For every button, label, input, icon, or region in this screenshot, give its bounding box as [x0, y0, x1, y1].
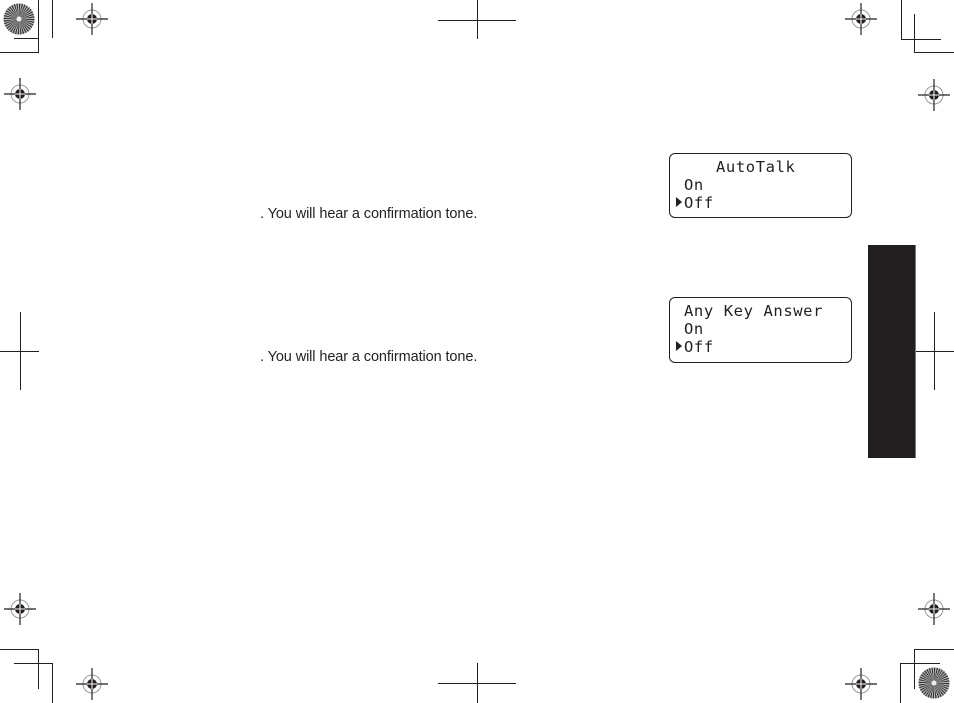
crop-mark: [0, 52, 39, 53]
lcd-title: Any Key Answer: [684, 302, 824, 320]
crop-mark: [914, 649, 954, 650]
side-crosshair: [0, 351, 39, 352]
color-wheel-icon: [918, 667, 950, 699]
crop-mark: [914, 649, 915, 689]
crop-mark: [901, 0, 902, 39]
crop-mark: [38, 0, 39, 52]
lcd-screen-any-key-answer: Any Key Answer On Off: [669, 297, 852, 363]
lcd-option: On: [676, 320, 847, 338]
color-wheel-icon: [3, 3, 35, 35]
crop-mark: [14, 38, 39, 39]
registration-target-icon: [845, 668, 877, 700]
lcd-option-selected: Off: [676, 338, 847, 356]
side-crosshair: [914, 351, 954, 352]
crop-mark: [52, 0, 53, 38]
crop-mark: [38, 649, 39, 689]
section-thumb-tab: [868, 245, 916, 458]
lcd-option: On: [676, 176, 847, 194]
instruction-text: . You will hear a confirmation tone.: [260, 206, 478, 222]
crop-mark: [901, 39, 941, 40]
crop-mark: [900, 663, 940, 664]
registration-target-icon: [76, 668, 108, 700]
registration-target-icon: [4, 78, 36, 110]
registration-target-icon: [845, 3, 877, 35]
lcd-option-selected: Off: [676, 194, 847, 212]
instruction-text: . You will hear a confirmation tone.: [260, 349, 478, 365]
registration-target-icon: [918, 79, 950, 111]
crop-mark: [14, 663, 53, 664]
crop-mark: [52, 663, 53, 703]
center-crosshair: [438, 20, 516, 21]
registration-target-icon: [4, 593, 36, 625]
crop-mark: [0, 649, 39, 650]
lcd-option-label: Off: [684, 338, 714, 356]
registration-target-icon: [918, 593, 950, 625]
lcd-title: AutoTalk: [716, 158, 796, 176]
lcd-option-label: On: [684, 320, 704, 338]
crop-mark: [900, 663, 901, 703]
lcd-option-label: Off: [684, 194, 714, 212]
registration-target-icon: [76, 3, 108, 35]
center-crosshair: [438, 683, 516, 684]
triangle-right-cursor-icon: [676, 197, 682, 207]
crop-mark: [914, 52, 954, 53]
triangle-right-cursor-icon: [676, 341, 682, 351]
crop-mark: [914, 14, 915, 53]
lcd-option-label: On: [684, 176, 704, 194]
lcd-screen-autotalk: AutoTalk On Off: [669, 153, 852, 218]
